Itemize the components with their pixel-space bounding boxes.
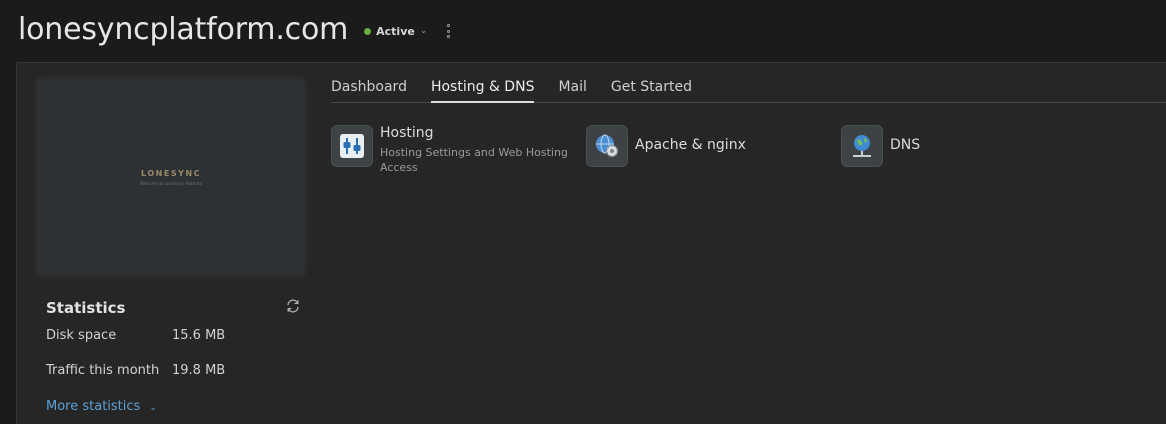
tab-hosting-dns[interactable]: Hosting & DNS [430,71,535,103]
stat-value: 15.6 MB [172,328,226,343]
tab-get-started[interactable]: Get Started [611,71,692,102]
chevron-down-icon: ⌄ [419,26,428,36]
stat-value: 19.8 MB [172,363,226,378]
tile-dns[interactable]: DNS [841,125,920,167]
kebab-menu-icon[interactable] [445,24,451,38]
stat-label: Traffic this month [46,363,160,378]
tile-title: DNS [890,137,921,153]
preview-logo: LONESYNC [141,168,201,178]
tile-hosting[interactable]: Hosting Hosting Settings and Web Hosting… [331,125,570,175]
refresh-icon[interactable] [284,297,302,315]
tile-title: Hosting [380,125,434,141]
tab-mail[interactable]: Mail [558,71,586,102]
more-statistics-label: More statistics [46,399,141,414]
site-title: lonesyncplatform.com [18,11,349,47]
status-dropdown[interactable]: Active ⌄ [364,25,427,38]
tile-text: Hosting Hosting Settings and Web Hosting… [380,125,570,175]
page-header: lonesyncplatform.com Active ⌄ [18,8,451,50]
tile-text: Apache & nginx [635,125,746,153]
tile-text: DNS [890,125,920,153]
statistics-section: Statistics Disk space 15.6 MB Traffic th… [46,297,302,414]
stat-row-traffic: Traffic this month 19.8 MB [46,363,225,378]
stat-row-disk-space: Disk space 15.6 MB [46,328,225,343]
status-dot-icon [364,27,372,35]
dns-globe-icon [841,125,883,167]
tile-apache-nginx[interactable]: Apache & nginx [586,125,746,167]
chevron-down-icon: ⌄ [149,403,157,413]
apache-nginx-gear-icon [586,125,628,167]
tile-description: Hosting Settings and Web Hosting Access [380,146,568,174]
preview-tagline: Welcome to LoneSync Platform [139,180,203,186]
more-statistics-link[interactable]: More statistics ⌄ [46,399,157,414]
status-label: Active [376,24,415,38]
statistics-title: Statistics [46,299,126,317]
tab-dashboard[interactable]: Dashboard [331,71,407,102]
hosting-settings-icon [331,125,373,167]
tab-bar: Dashboard Hosting & DNS Mail Get Started [331,71,1166,103]
subscription-panel: LONESYNC Welcome to LoneSync Platform St… [16,62,1166,424]
stat-label: Disk space [46,328,117,343]
site-preview[interactable]: LONESYNC Welcome to LoneSync Platform [37,79,305,275]
tile-title: Apache & nginx [635,137,746,153]
